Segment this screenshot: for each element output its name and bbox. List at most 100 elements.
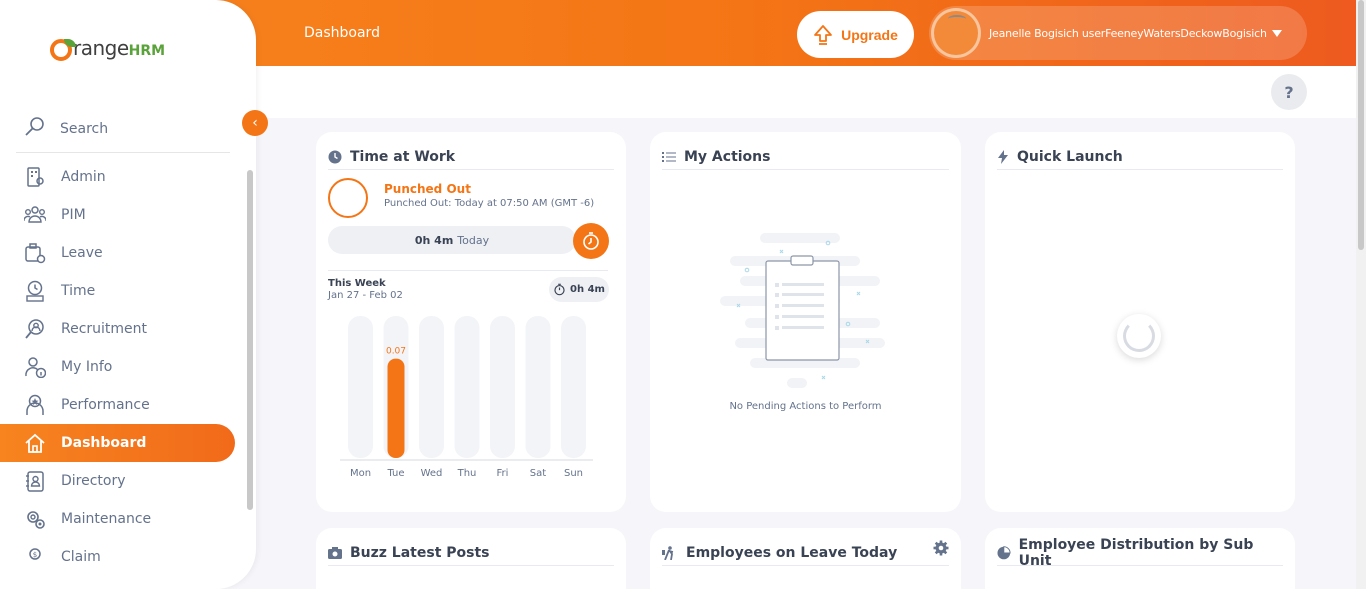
upgrade-button[interactable]: Upgrade — [797, 11, 914, 58]
user-dropdown[interactable]: Jeanelle Bogisich userFeeneyWatersDeckow… — [929, 6, 1307, 60]
tick-label-thu: Thu — [457, 468, 477, 479]
sidebar-item-admin[interactable]: Admin — [0, 158, 240, 196]
bar-tue[interactable] — [387, 358, 405, 458]
card-title: Employees on Leave Today — [686, 544, 898, 561]
sidebar: range HRM Search Admin PIM Leave Time Recrui… — [0, 0, 256, 589]
sidebar-item-label: Admin — [61, 169, 106, 185]
buzz-card: Buzz Latest Posts — [316, 528, 626, 589]
camera-icon — [328, 546, 342, 559]
clock-icon — [328, 150, 342, 163]
sidebar-menu: Admin PIM Leave Time Recruitment My Info Perfo… — [0, 158, 240, 576]
sidebar-item-time[interactable]: Time — [0, 272, 240, 310]
avatar — [328, 178, 368, 218]
bar-track — [419, 316, 444, 458]
punch-status: Punched Out — [384, 182, 471, 196]
page-scrollbar[interactable] — [1356, 0, 1366, 589]
claim-icon: $ — [24, 546, 46, 568]
sidebar-item-label: My Info — [61, 359, 113, 375]
sidebar-item-claim[interactable]: $ Claim — [0, 538, 240, 576]
avatar — [931, 8, 981, 58]
card-header: Time at Work — [328, 144, 614, 170]
home-icon — [24, 432, 46, 454]
pie-chart-icon — [997, 545, 1011, 559]
my-actions-card: My Actions No Pending Actions to Perform — [650, 132, 961, 512]
lightning-icon — [998, 149, 1008, 164]
sidebar-search[interactable]: Search — [16, 106, 230, 153]
sidebar-item-directory[interactable]: Directory — [0, 462, 240, 500]
recruitment-icon — [24, 318, 46, 340]
week-range: Jan 27 - Feb 02 — [328, 290, 403, 301]
upgrade-arrow-icon — [814, 24, 832, 45]
sidebar-item-recruitment[interactable]: Recruitment — [0, 310, 240, 348]
performance-icon — [24, 394, 46, 416]
sidebar-item-label: PIM — [61, 207, 86, 223]
empty-actions-text: No Pending Actions to Perform — [729, 401, 882, 412]
sidebar-item-performance[interactable]: Performance — [0, 386, 240, 424]
card-header: Employees on Leave Today — [662, 540, 949, 566]
bar-track — [525, 316, 551, 458]
my-info-icon — [24, 356, 46, 378]
sidebar-item-dashboard[interactable]: Dashboard — [0, 424, 235, 462]
card-title: Quick Launch — [1017, 148, 1123, 165]
upgrade-label: Upgrade — [841, 26, 898, 43]
week-bar-chart: Mon 0.07 Tue Wed Thu Fri Sat Sun — [340, 316, 593, 479]
user-name: Jeanelle Bogisich userFeeneyWatersDeckow… — [989, 26, 1267, 40]
orangehrm-logo: range HRM — [50, 33, 165, 61]
card-header: Buzz Latest Posts — [328, 540, 614, 566]
sidebar-item-label: Directory — [61, 473, 126, 489]
tick-label-fri: Fri — [497, 468, 509, 479]
card-header: Quick Launch — [997, 144, 1283, 170]
tick-label-tue: Tue — [386, 468, 404, 479]
svg-text:$: $ — [33, 551, 37, 559]
sidebar-item-my-info[interactable]: My Info — [0, 348, 240, 386]
clipboard-illustration — [720, 233, 885, 388]
week-total: 0h 4m — [549, 277, 609, 302]
punch-timer-button[interactable] — [573, 223, 609, 259]
sidebar-item-label: Maintenance — [61, 511, 152, 527]
tick-label-mon: Mon — [350, 468, 371, 479]
walking-person-icon — [662, 545, 674, 560]
gear-icon[interactable] — [933, 540, 949, 556]
collapse-sidebar-button[interactable]: ‹ — [242, 110, 268, 136]
sidebar-item-pim[interactable]: PIM — [0, 196, 240, 234]
pim-icon — [24, 204, 46, 226]
today-duration: 0h 4m Today — [328, 226, 576, 254]
logo-text: range — [73, 36, 129, 60]
list-icon — [662, 151, 676, 162]
week-title: This Week — [328, 278, 386, 289]
sidebar-item-label: Recruitment — [61, 321, 148, 337]
help-button[interactable]: ? — [1271, 74, 1307, 110]
search-icon — [24, 116, 46, 142]
time-at-work-card: Time at Work Punched Out Punched Out: To… — [316, 132, 626, 512]
logo-orange-icon — [50, 39, 76, 61]
loading-spinner — [1117, 314, 1161, 358]
sidebar-item-maintenance[interactable]: Maintenance — [0, 500, 240, 538]
today-duration-value: 0h 4m — [414, 233, 454, 247]
divider — [328, 270, 608, 271]
punch-status-detail: Punched Out: Today at 07:50 AM (GMT -6) — [384, 198, 595, 209]
sidebar-scrollbar[interactable] — [246, 158, 254, 558]
sidebar-item-label: Performance — [61, 397, 150, 413]
card-title: Employee Distribution by Sub Unit — [1018, 536, 1254, 569]
sidebar-item-label: Dashboard — [61, 435, 147, 451]
tick-label-sun: Sun — [564, 468, 583, 479]
admin-icon — [24, 166, 46, 188]
quick-launch-card: Quick Launch — [985, 132, 1295, 512]
sidebar-item-leave[interactable]: Leave — [0, 234, 240, 272]
page-title: Dashboard — [304, 25, 380, 41]
stopwatch-icon — [583, 232, 599, 250]
time-icon — [24, 280, 46, 302]
card-title: Time at Work — [350, 148, 456, 165]
card-title: My Actions — [684, 148, 771, 165]
card-header: My Actions — [662, 144, 949, 170]
stopwatch-icon — [554, 283, 565, 296]
maintenance-icon — [24, 508, 46, 530]
leave-icon — [24, 242, 46, 264]
chevron-down-icon — [1271, 29, 1282, 37]
directory-icon — [24, 470, 46, 492]
card-title: Buzz Latest Posts — [350, 544, 490, 561]
sidebar-item-label: Claim — [61, 549, 101, 565]
tick-label-wed: Wed — [421, 468, 443, 479]
employees-on-leave-card: Employees on Leave Today — [650, 528, 961, 589]
sidebar-item-label: Time — [61, 283, 96, 299]
